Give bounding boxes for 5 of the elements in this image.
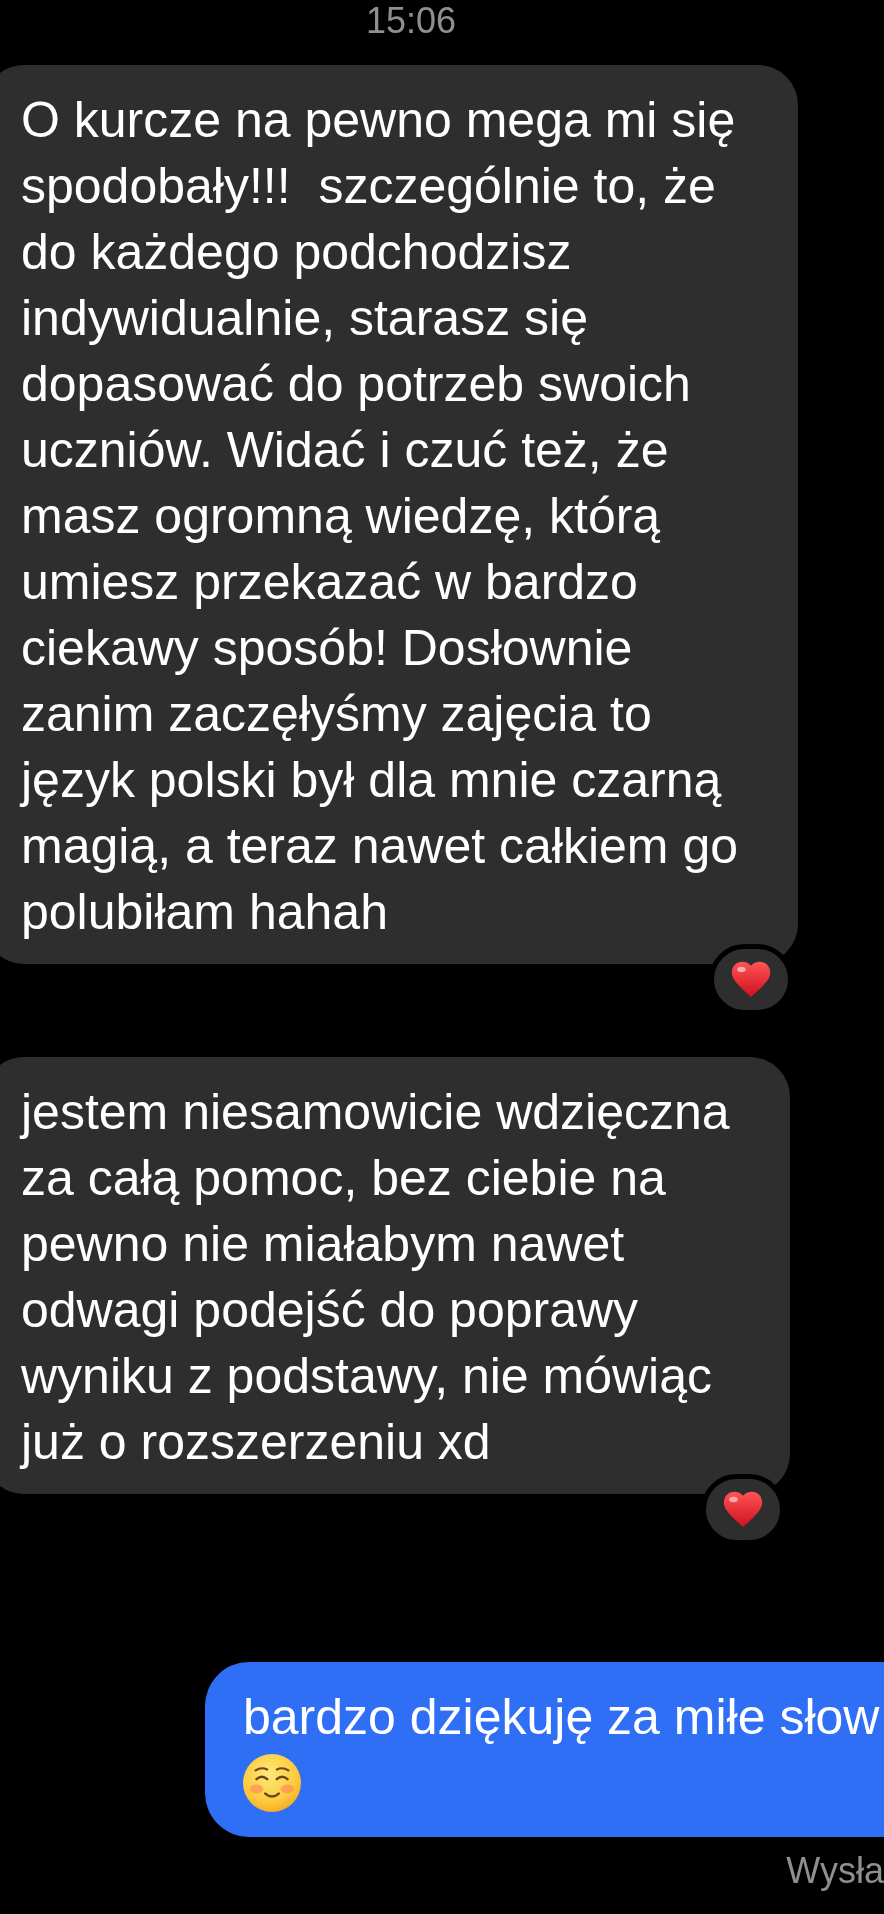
message-text: bardzo dziękuję za miłe słow	[243, 1688, 880, 1747]
delivery-status: Wysła	[786, 1850, 884, 1892]
timestamp: 15:06	[366, 0, 457, 42]
message-text: O kurcze na pewno mega mi się spodobały!!! szczególnie to, że do każdego podchodzisz indywidualnie, starasz się dopasować do potrzeb swoich uczniów. Widać i czuć też, że masz ogromną wiedzę, którą umiesz przekazać w bardzo ciekawy sposób! Dosłownie zanim zaczęłyśmy zajęcia to język polski był dla mnie czarną magią, a teraz nawet całkiem go polubiłam hahah	[21, 91, 739, 942]
message-text: jestem niesamowicie wdzięczna za całą pomoc, bez ciebie na pewno nie miałabym nawet odwagi podejść do poprawy wyniku z podstawy, nie mówiąc już o rozszerzeniu xd	[21, 1083, 730, 1472]
